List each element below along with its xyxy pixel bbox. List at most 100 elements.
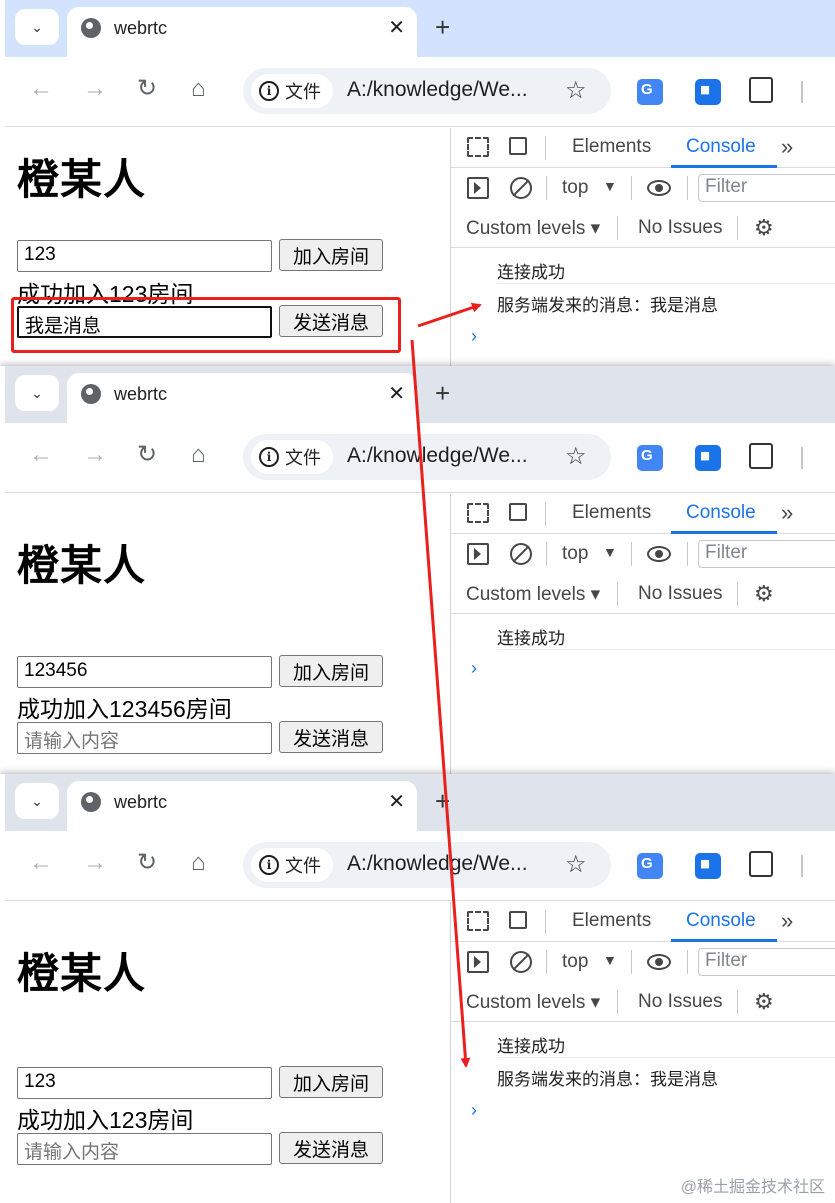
- live-expression-eye-icon[interactable]: [647, 180, 671, 196]
- clear-console-icon[interactable]: [510, 543, 532, 565]
- context-selector[interactable]: top: [562, 543, 588, 565]
- extensions-puzzle-icon[interactable]: [749, 77, 773, 103]
- gear-icon[interactable]: ⚙: [754, 989, 774, 1015]
- back-button[interactable]: ←: [29, 851, 53, 875]
- context-selector[interactable]: top: [562, 177, 588, 199]
- more-tabs-icon[interactable]: »: [781, 134, 793, 160]
- address-bar[interactable]: i 文件 A:/knowledge/We... ☆: [243, 842, 611, 888]
- tab-webrtc[interactable]: webrtc ✕: [67, 373, 417, 423]
- sidebar-toggle-icon[interactable]: [467, 951, 489, 973]
- inspect-element-icon[interactable]: [467, 503, 489, 523]
- inspect-element-icon[interactable]: [467, 911, 489, 931]
- console-prompt-icon[interactable]: ›: [471, 326, 477, 347]
- extensions-puzzle-icon[interactable]: [749, 851, 773, 877]
- site-info-chip[interactable]: i 文件: [251, 440, 333, 474]
- tab-search-button[interactable]: ⌄: [15, 783, 59, 819]
- sidebar-toggle-icon[interactable]: [467, 543, 489, 565]
- new-tab-button[interactable]: +: [435, 12, 450, 43]
- device-toolbar-icon[interactable]: [509, 911, 527, 929]
- menu-icon[interactable]: ⋮: [831, 445, 835, 470]
- custom-levels-dropdown[interactable]: Custom levels ▾: [466, 217, 600, 240]
- custom-levels-dropdown[interactable]: Custom levels ▾: [466, 991, 600, 1014]
- sidebar-toggle-icon[interactable]: [467, 177, 489, 199]
- tab-webrtc[interactable]: webrtc ✕: [67, 7, 417, 57]
- tab-search-button[interactable]: ⌄: [15, 375, 59, 411]
- tab-console[interactable]: Console: [686, 502, 756, 524]
- console-filter-input[interactable]: Filter: [698, 948, 835, 976]
- gear-icon[interactable]: ⚙: [754, 215, 774, 241]
- translate-extension-icon[interactable]: [637, 853, 663, 879]
- new-tab-button[interactable]: +: [435, 786, 450, 817]
- close-icon[interactable]: ✕: [388, 381, 405, 406]
- close-icon[interactable]: ✕: [388, 789, 405, 814]
- reload-button[interactable]: ↻: [137, 851, 157, 875]
- address-bar[interactable]: i 文件 A:/knowledge/We... ☆: [243, 434, 611, 480]
- console-prompt-icon[interactable]: ›: [471, 1100, 477, 1121]
- console-filter-input[interactable]: Filter: [698, 174, 835, 202]
- tab-search-button[interactable]: ⌄: [15, 9, 59, 45]
- analytics-extension-icon[interactable]: [695, 445, 721, 471]
- url-text[interactable]: A:/knowledge/We...: [347, 78, 528, 102]
- more-tabs-icon[interactable]: »: [781, 908, 793, 934]
- home-button[interactable]: ⌂: [191, 851, 206, 875]
- console-prompt-icon[interactable]: ›: [471, 658, 477, 679]
- tab-elements[interactable]: Elements: [572, 910, 651, 932]
- tab-elements[interactable]: Elements: [572, 502, 651, 524]
- reload-button[interactable]: ↻: [137, 77, 157, 101]
- more-tabs-icon[interactable]: »: [781, 500, 793, 526]
- extensions-puzzle-icon[interactable]: [749, 443, 773, 469]
- menu-icon[interactable]: ⋮: [831, 79, 835, 104]
- message-input[interactable]: 请输入内容: [17, 722, 272, 754]
- room-input[interactable]: 123: [17, 240, 272, 272]
- site-info-chip[interactable]: i 文件: [251, 74, 333, 108]
- back-button[interactable]: ←: [29, 443, 53, 467]
- menu-icon[interactable]: ⋮: [831, 853, 835, 878]
- issues-indicator[interactable]: No Issues: [638, 991, 722, 1013]
- analytics-extension-icon[interactable]: [695, 853, 721, 879]
- clear-console-icon[interactable]: [510, 951, 532, 973]
- close-icon[interactable]: ✕: [388, 15, 405, 40]
- tab-elements[interactable]: Elements: [572, 136, 651, 158]
- forward-button[interactable]: →: [83, 851, 107, 875]
- home-button[interactable]: ⌂: [191, 443, 206, 467]
- room-input[interactable]: 123456: [17, 656, 272, 688]
- home-button[interactable]: ⌂: [191, 77, 206, 101]
- send-message-button[interactable]: 发送消息: [279, 721, 383, 753]
- gear-icon[interactable]: ⚙: [754, 581, 774, 607]
- analytics-extension-icon[interactable]: [695, 79, 721, 105]
- tab-console[interactable]: Console: [686, 910, 756, 932]
- new-tab-button[interactable]: +: [435, 378, 450, 409]
- message-input[interactable]: 请输入内容: [17, 1133, 272, 1165]
- console-filter-input[interactable]: Filter: [698, 540, 835, 568]
- send-message-button[interactable]: 发送消息: [279, 1132, 383, 1164]
- device-toolbar-icon[interactable]: [509, 137, 527, 155]
- url-text[interactable]: A:/knowledge/We...: [347, 852, 528, 876]
- translate-extension-icon[interactable]: [637, 79, 663, 105]
- bookmark-star-icon[interactable]: ☆: [565, 442, 587, 471]
- live-expression-eye-icon[interactable]: [647, 954, 671, 970]
- context-selector[interactable]: top: [562, 951, 588, 973]
- url-text[interactable]: A:/knowledge/We...: [347, 444, 528, 468]
- bookmark-star-icon[interactable]: ☆: [565, 850, 587, 879]
- bookmark-star-icon[interactable]: ☆: [565, 76, 587, 105]
- room-input[interactable]: 123: [17, 1067, 272, 1099]
- translate-extension-icon[interactable]: [637, 445, 663, 471]
- inspect-element-icon[interactable]: [467, 137, 489, 157]
- forward-button[interactable]: →: [83, 77, 107, 101]
- tab-webrtc[interactable]: webrtc ✕: [67, 781, 417, 831]
- reload-button[interactable]: ↻: [137, 443, 157, 467]
- address-bar[interactable]: i 文件 A:/knowledge/We... ☆: [243, 68, 611, 114]
- live-expression-eye-icon[interactable]: [647, 546, 671, 562]
- issues-indicator[interactable]: No Issues: [638, 583, 722, 605]
- tab-console[interactable]: Console: [686, 136, 756, 158]
- custom-levels-dropdown[interactable]: Custom levels ▾: [466, 583, 600, 606]
- join-room-button[interactable]: 加入房间: [279, 239, 383, 271]
- join-room-button[interactable]: 加入房间: [279, 655, 383, 687]
- clear-console-icon[interactable]: [510, 177, 532, 199]
- device-toolbar-icon[interactable]: [509, 503, 527, 521]
- back-button[interactable]: ←: [29, 77, 53, 101]
- join-room-button[interactable]: 加入房间: [279, 1066, 383, 1098]
- forward-button[interactable]: →: [83, 443, 107, 467]
- site-info-chip[interactable]: i 文件: [251, 848, 333, 882]
- issues-indicator[interactable]: No Issues: [638, 217, 722, 239]
